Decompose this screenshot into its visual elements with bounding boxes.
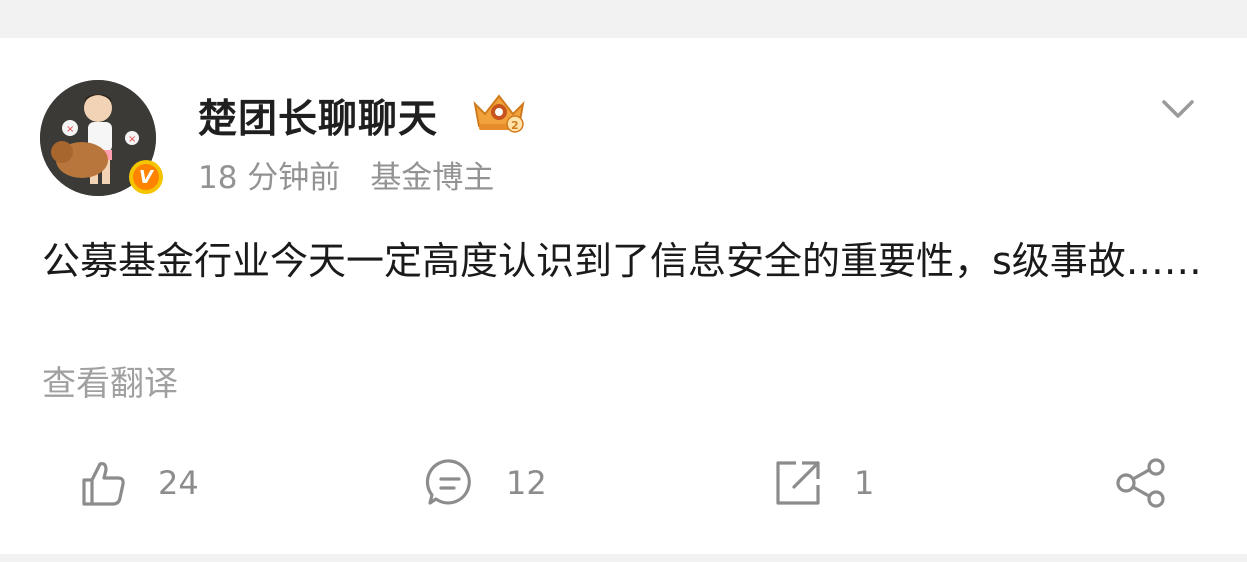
bottom-separator <box>0 554 1247 562</box>
svg-text:×: × <box>66 124 74 135</box>
top-separator <box>0 0 1247 38</box>
post-time: 18 分钟前 <box>198 160 341 196</box>
post-content[interactable]: 公募基金行业今天一定高度认识到了信息安全的重要性，s级事故…… <box>42 230 1212 292</box>
author-avatar-wrap[interactable]: × × V <box>40 80 164 204</box>
share-icon <box>1116 458 1165 508</box>
repost-icon <box>776 461 820 505</box>
verified-badge: V <box>129 160 163 194</box>
repost-count: 1 <box>854 464 875 502</box>
repost-button[interactable]: 1 <box>772 453 874 513</box>
chevron-down-icon[interactable] <box>1158 96 1198 124</box>
thumbs-up-icon <box>82 462 125 506</box>
crown-badge-icon[interactable]: 2 <box>469 90 529 136</box>
comment-icon <box>425 459 471 505</box>
post-card[interactable]: × × V 楚团长聊聊天 2 18 分钟前 基金博主 公募基金行业今天一定高度认识… <box>0 38 1247 554</box>
share-button[interactable] <box>1114 453 1170 513</box>
svg-text:2: 2 <box>511 119 519 132</box>
comment-button[interactable]: 12 <box>424 453 547 513</box>
author-tag: 基金博主 <box>370 160 495 196</box>
translate-link[interactable]: 查看翻译 <box>42 356 178 405</box>
like-count: 24 <box>158 464 199 502</box>
verified-badge-label: V <box>133 164 159 190</box>
comment-count: 12 <box>506 464 547 502</box>
post-meta: 18 分钟前 基金博主 <box>198 152 494 197</box>
like-button[interactable]: 24 <box>78 453 199 513</box>
author-name[interactable]: 楚团长聊聊天 <box>198 88 438 144</box>
svg-text:×: × <box>128 134 136 145</box>
